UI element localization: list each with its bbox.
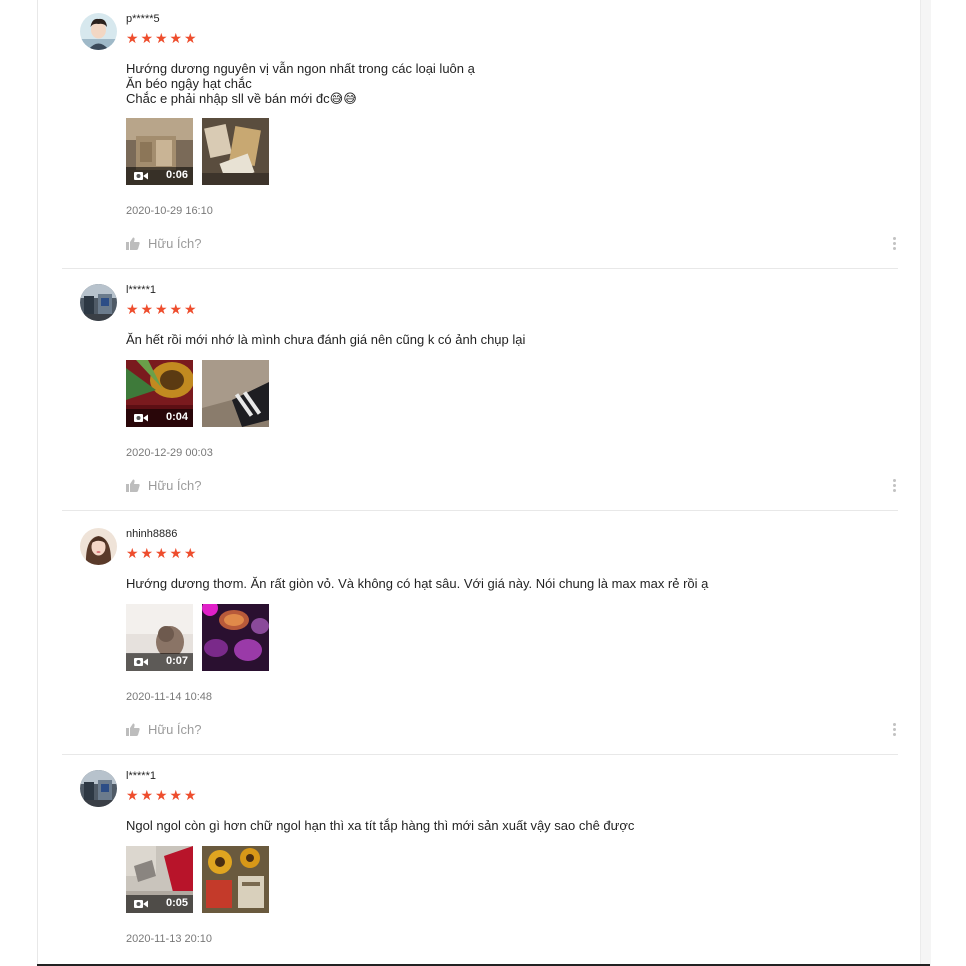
star-rating: ★ ★ ★ ★ ★ xyxy=(126,545,199,561)
star-icon: ★ xyxy=(140,30,154,46)
review-date: 2020-11-14 10:48 xyxy=(126,691,213,703)
review-photo-thumbnail[interactable] xyxy=(202,846,269,913)
star-icon: ★ xyxy=(155,787,168,803)
star-rating: ★ ★ ★ ★ ★ xyxy=(126,30,199,46)
review-photo-thumbnail[interactable] xyxy=(202,360,269,427)
star-icon: ★ xyxy=(126,545,139,561)
star-icon: ★ xyxy=(184,787,197,803)
helpful-label: Hữu Ích? xyxy=(148,478,202,493)
review-video-thumbnail[interactable]: 0:07 xyxy=(126,604,193,671)
video-duration-bar: 0:07 xyxy=(126,653,193,671)
video-duration-bar: 0:06 xyxy=(126,167,193,185)
reviewer-username: p*****5 xyxy=(126,13,160,25)
video-duration: 0:05 xyxy=(165,897,188,909)
video-duration-bar: 0:05 xyxy=(126,895,193,913)
review-comment: Ngol ngol còn gì hơn chữ ngol hạn thì xa… xyxy=(126,818,635,833)
star-icon: ★ xyxy=(140,301,154,317)
review-photo-thumbnail[interactable] xyxy=(202,604,269,671)
review-photo-thumbnail[interactable] xyxy=(202,118,269,185)
star-icon: ★ xyxy=(140,545,154,561)
avatar[interactable] xyxy=(80,770,117,807)
more-vertical-icon[interactable] xyxy=(893,723,897,739)
thumbs-up-icon xyxy=(126,723,140,736)
star-icon: ★ xyxy=(169,30,183,46)
star-icon: ★ xyxy=(126,301,139,317)
more-vertical-icon[interactable] xyxy=(893,479,897,495)
video-camera-icon xyxy=(134,658,148,666)
star-icon: ★ xyxy=(184,545,197,561)
avatar[interactable] xyxy=(80,528,117,565)
reviewer-username: nhinh8886 xyxy=(126,528,178,540)
review-video-thumbnail[interactable]: 0:05 xyxy=(126,846,193,913)
video-duration-bar: 0:04 xyxy=(126,409,193,427)
thumbs-up-icon xyxy=(126,237,140,250)
star-rating: ★ ★ ★ ★ ★ xyxy=(126,301,199,317)
helpful-label: Hữu Ích? xyxy=(148,722,202,737)
star-icon: ★ xyxy=(169,545,183,561)
video-camera-icon xyxy=(134,900,148,908)
review-comment: Hướng dương nguyên vị vẫn ngon nhất tron… xyxy=(126,61,475,106)
star-icon: ★ xyxy=(155,301,168,317)
page-scrollbar-track[interactable] xyxy=(920,0,931,966)
reviewer-username: l*****1 xyxy=(126,770,156,782)
review-video-thumbnail[interactable]: 0:04 xyxy=(126,360,193,427)
avatar[interactable] xyxy=(80,284,117,321)
review-comment: Ăn hết rồi mới nhớ là mình chưa đánh giá… xyxy=(126,332,526,347)
video-camera-icon xyxy=(134,172,148,180)
thumbs-up-icon xyxy=(126,479,140,492)
star-icon: ★ xyxy=(184,30,197,46)
review-divider xyxy=(62,754,898,755)
star-rating: ★ ★ ★ ★ ★ xyxy=(126,787,199,803)
star-icon: ★ xyxy=(140,787,154,803)
review-date: 2020-10-29 16:10 xyxy=(126,205,213,217)
video-duration: 0:04 xyxy=(165,411,188,423)
more-vertical-icon[interactable] xyxy=(893,237,897,253)
reviewer-username: l*****1 xyxy=(126,284,156,296)
video-camera-icon xyxy=(134,414,148,422)
star-icon: ★ xyxy=(169,787,183,803)
review-divider xyxy=(62,510,898,511)
star-icon: ★ xyxy=(155,30,168,46)
star-icon: ★ xyxy=(155,545,168,561)
helpful-label: Hữu Ích? xyxy=(148,236,202,251)
star-icon: ★ xyxy=(126,787,139,803)
review-comment: Hướng dương thơm. Ăn rất giòn vỏ. Và khô… xyxy=(126,576,709,591)
review-date: 2020-11-13 20:10 xyxy=(126,933,213,945)
video-duration: 0:06 xyxy=(165,169,188,181)
page-border-left xyxy=(37,0,38,966)
avatar[interactable] xyxy=(80,13,117,50)
star-icon: ★ xyxy=(169,301,183,317)
review-date: 2020-12-29 00:03 xyxy=(126,447,213,459)
star-icon: ★ xyxy=(126,30,139,46)
star-icon: ★ xyxy=(184,301,197,317)
video-duration: 0:07 xyxy=(165,655,188,667)
review-video-thumbnail[interactable]: 0:06 xyxy=(126,118,193,185)
review-divider xyxy=(62,268,898,269)
